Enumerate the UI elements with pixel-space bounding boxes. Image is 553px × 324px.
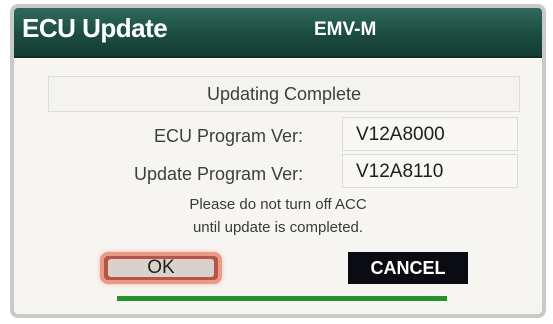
notice-line-1: Please do not turn off ACC <box>189 196 367 213</box>
dialog-header: ECU Update EMV-M <box>14 8 542 58</box>
ok-button-label: OK <box>108 258 214 277</box>
ecu-program-version-box: V12A8000 <box>342 117 518 151</box>
status-box: Updating Complete <box>48 76 520 112</box>
update-progress-bar <box>117 296 447 301</box>
ecu-program-version-label: ECU Program Ver: <box>154 126 304 146</box>
ok-button[interactable]: OK <box>100 252 222 284</box>
notice-line-2: until update is completed. <box>192 219 364 236</box>
cancel-button[interactable]: CANCEL <box>348 252 468 284</box>
dialog-subtitle: EMV-M <box>314 19 377 40</box>
update-program-version-label: Update Program Ver: <box>134 164 304 184</box>
ecu-program-version-value: V12A8000 <box>356 124 445 145</box>
ecu-update-dialog: ECU Update EMV-M Updating Complete ECU P… <box>14 8 542 314</box>
update-program-version-box: V12A8110 <box>342 154 518 188</box>
dialog-title: ECU Update <box>22 13 168 43</box>
update-program-version-value: V12A8110 <box>356 161 444 182</box>
update-progress-fill <box>117 296 447 301</box>
status-text: Updating Complete <box>206 84 362 104</box>
